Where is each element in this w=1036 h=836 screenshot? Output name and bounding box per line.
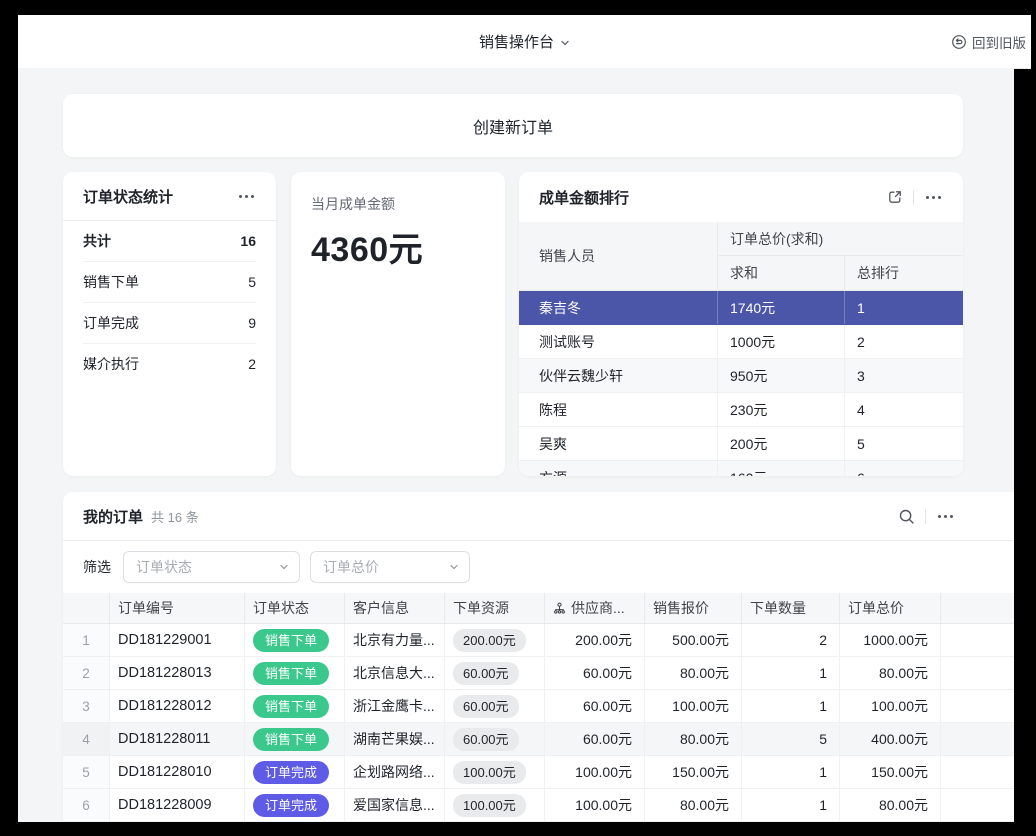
return-icon [951, 34, 967, 50]
order-total-filter-dropdown[interactable]: 订单总价 [310, 551, 470, 583]
ranking-row: 测试账号 1000元 2 [519, 325, 963, 359]
amount-label: 当月成单金额 [311, 194, 485, 214]
col-customer: 客户信息 [345, 593, 445, 623]
ranking-row: 伙伴云魏少轩 950元 3 [519, 359, 963, 393]
status-card-title: 订单状态统计 [83, 186, 173, 207]
more-icon[interactable] [237, 191, 256, 202]
workspace-switcher[interactable]: 销售操作台 [479, 31, 570, 52]
col-total-rank: 总排行 [845, 256, 963, 290]
status-badge: 销售下单 [253, 728, 329, 751]
ranking-row: 秦吉冬 1740元 1 [519, 291, 963, 325]
col-qty: 下单数量 [742, 593, 840, 623]
main-content: 创建新订单 订单状态统计 共计 16 销售下单 5 订单完成 9 媒介执行 2 [18, 68, 1014, 822]
ranking-row: 陈程 230元 4 [519, 393, 963, 427]
resource-badge: 60.00元 [453, 695, 519, 718]
status-row-completed[interactable]: 订单完成 9 [83, 303, 256, 344]
resource-badge: 60.00元 [453, 728, 519, 751]
chevron-down-icon [449, 562, 459, 572]
create-order-label: 创建新订单 [473, 114, 553, 138]
orders-count: 共 16 条 [151, 507, 199, 526]
chevron-down-icon [560, 38, 570, 48]
col-trailing [941, 593, 1014, 623]
chevron-down-icon [279, 562, 289, 572]
more-icon[interactable] [924, 192, 943, 203]
my-orders-card: 我的订单 共 16 条 筛选 订单状态 订单总价 [63, 492, 1014, 822]
status-badge: 销售下单 [253, 662, 329, 685]
status-badge: 销售下单 [253, 695, 329, 718]
table-row[interactable]: 4 DD181228011 销售下单 湖南芒果娱... 60.00元 60.00… [63, 723, 1014, 756]
back-to-old-version-button[interactable]: 回到旧版 [951, 15, 1026, 68]
orders-table-header: 订单编号 订单状态 客户信息 下单资源 供应商... 销售报价 下单数量 订单总… [63, 593, 1014, 624]
org-relation-icon [553, 602, 566, 615]
resource-badge: 100.00元 [453, 794, 526, 817]
status-row-sales-order[interactable]: 销售下单 5 [83, 262, 256, 303]
order-status-filter-dropdown[interactable]: 订单状态 [123, 551, 300, 583]
resource-badge: 200.00元 [453, 629, 526, 652]
ranking-card-title: 成单金额排行 [539, 187, 629, 208]
search-icon[interactable] [898, 508, 915, 525]
col-resource: 下单资源 [445, 593, 545, 623]
col-supplier: 供应商... [545, 593, 645, 623]
col-quote: 销售报价 [645, 593, 742, 623]
status-badge: 订单完成 [253, 794, 329, 817]
icon-divider [925, 509, 926, 524]
create-order-button[interactable]: 创建新订单 [63, 94, 963, 157]
orders-table: 订单编号 订单状态 客户信息 下单资源 供应商... 销售报价 下单数量 订单总… [63, 593, 1014, 822]
col-order-total-sum-group: 订单总价(求和) [718, 222, 963, 256]
filter-label: 筛选 [83, 557, 111, 577]
table-row[interactable]: 2 DD181228013 销售下单 北京信息大... 60.00元 60.00… [63, 657, 1014, 690]
resource-badge: 100.00元 [453, 761, 526, 784]
col-salesperson: 销售人员 [519, 222, 718, 290]
back-label: 回到旧版 [972, 32, 1026, 52]
table-row[interactable]: 6 DD181228009 订单完成 爱国家信息... 100.00元 100.… [63, 789, 1014, 822]
app-header: 销售操作台 回到旧版 [18, 15, 1031, 69]
icon-divider [913, 190, 914, 205]
ranking-row: 吴爽 200元 5 [519, 427, 963, 461]
ranking-table-body: 秦吉冬 1740元 1 测试账号 1000元 2 伙伴云魏少轩 950元 3 陈… [519, 291, 963, 476]
status-badge: 销售下单 [253, 629, 329, 652]
ranking-table-header: 销售人员 订单总价(求和) 求和 总排行 [519, 222, 963, 291]
more-icon[interactable] [936, 511, 955, 522]
table-row[interactable]: 1 DD181229001 销售下单 北京有力量... 200.00元 200.… [63, 624, 1014, 657]
col-order-id: 订单编号 [110, 593, 245, 623]
col-total: 订单总价 [840, 593, 941, 623]
open-in-new-icon[interactable] [887, 189, 903, 205]
amount-ranking-card: 成单金额排行 销售人员 订单总价(求和) 求和 总排行 秦吉冬 [519, 172, 963, 476]
status-row-total[interactable]: 共计 16 [83, 221, 256, 262]
col-rownum [63, 593, 110, 623]
monthly-amount-card: 当月成单金额 4360元 [291, 172, 505, 476]
status-list: 共计 16 销售下单 5 订单完成 9 媒介执行 2 [63, 221, 276, 384]
table-row[interactable]: 5 DD181228010 订单完成 企划路网络... 100.00元 100.… [63, 756, 1014, 789]
filter-bar: 筛选 订单状态 订单总价 [63, 541, 1014, 593]
resource-badge: 60.00元 [453, 662, 519, 685]
col-sum: 求和 [718, 256, 845, 290]
order-status-stats-card: 订单状态统计 共计 16 销售下单 5 订单完成 9 媒介执行 2 [63, 172, 276, 476]
table-row[interactable]: 3 DD181228012 销售下单 浙江金鹰卡... 60.00元 60.00… [63, 690, 1014, 723]
status-badge: 订单完成 [253, 761, 329, 784]
status-row-media-exec[interactable]: 媒介执行 2 [83, 344, 256, 384]
col-order-status: 订单状态 [245, 593, 345, 623]
orders-title: 我的订单 [83, 506, 143, 527]
amount-value: 4360元 [311, 222, 485, 271]
page-title: 销售操作台 [479, 31, 554, 52]
ranking-row: 方源 160元 6 [519, 461, 963, 476]
